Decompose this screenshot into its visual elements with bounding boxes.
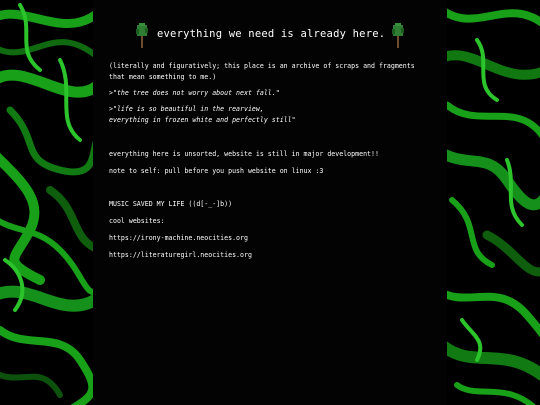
cool-websites-label: cool websites:	[109, 217, 165, 225]
tree-icon	[135, 22, 149, 48]
right-swirl-background	[447, 0, 540, 405]
development-notice: everything here is unsorted, website is …	[109, 150, 379, 158]
main-content-panel: everything we need is already here. (lit…	[93, 0, 447, 405]
linux-note: note to self: pull before you push websi…	[109, 167, 324, 175]
intro-text: (literally and figuratively; this place …	[109, 62, 415, 81]
link-irony-machine[interactable]: https://irony-machine.neocities.org	[109, 233, 439, 244]
quote-life: >"life is so beautiful in the rearview, …	[109, 105, 296, 124]
music-heading: MUSIC SAVED MY LIFE ((d[-_-]b))	[109, 200, 233, 208]
page: everything we need is already here. (lit…	[0, 0, 540, 405]
page-title: everything we need is already here.	[157, 28, 386, 40]
left-swirl-background	[0, 0, 93, 405]
quote-tree: >"the tree does not worry about next fal…	[109, 89, 280, 97]
page-header: everything we need is already here.	[93, 22, 447, 48]
tree-icon	[391, 22, 405, 48]
link-literaturegirl[interactable]: https://literaturegirl.neocities.org	[109, 250, 439, 261]
